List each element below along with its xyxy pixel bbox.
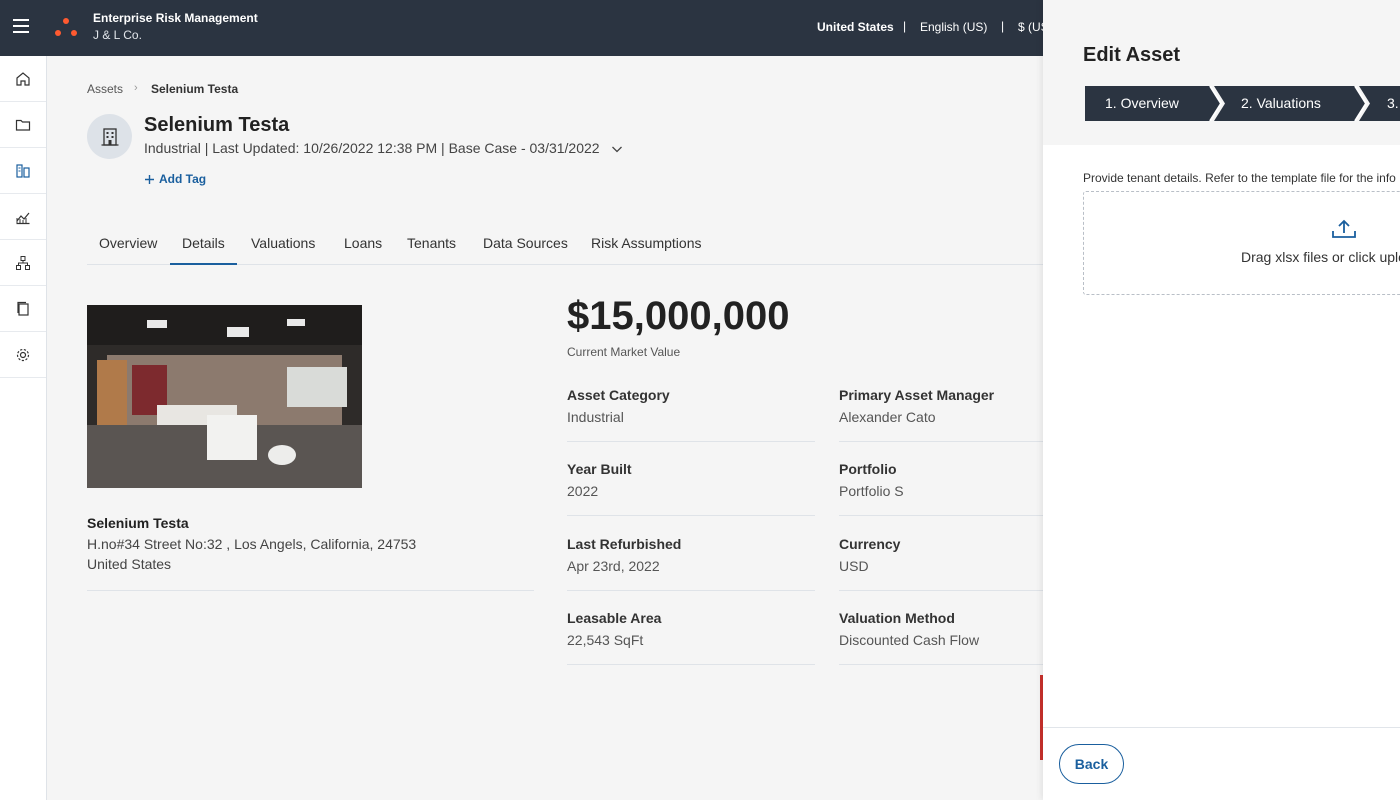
country-selector[interactable]: United States bbox=[817, 20, 894, 34]
header-separator: | bbox=[903, 19, 907, 33]
dropzone-text: Drag xlsx files or click uplo bbox=[1241, 249, 1400, 265]
location-name: Selenium Testa bbox=[87, 515, 189, 531]
building-icon bbox=[87, 114, 132, 159]
tenant-hint-text: Provide tenant details. Refer to the tem… bbox=[1083, 171, 1396, 185]
divider bbox=[567, 441, 815, 442]
back-button[interactable]: Back bbox=[1059, 744, 1124, 784]
field-leasable-area: Leasable Area 22,543 SqFt bbox=[567, 610, 815, 665]
left-nav-rail bbox=[0, 56, 47, 800]
tab-details[interactable]: Details bbox=[170, 226, 237, 265]
step-three[interactable]: 3. bbox=[1387, 95, 1399, 111]
tab-data-sources[interactable]: Data Sources bbox=[471, 226, 580, 265]
copy-icon bbox=[17, 301, 29, 316]
field-value: Industrial bbox=[567, 409, 624, 425]
divider bbox=[87, 590, 534, 591]
hierarchy-icon bbox=[16, 255, 30, 270]
field-year-built: Year Built 2022 bbox=[567, 461, 815, 516]
nav-analytics[interactable] bbox=[0, 194, 46, 240]
folder-icon bbox=[15, 119, 31, 131]
tab-valuations[interactable]: Valuations bbox=[239, 226, 327, 265]
nav-assets[interactable] bbox=[0, 148, 46, 194]
field-label: Last Refurbished bbox=[567, 536, 682, 552]
divider bbox=[567, 515, 815, 516]
nav-documents[interactable] bbox=[0, 286, 46, 332]
market-value: $15,000,000 bbox=[567, 294, 790, 338]
tab-risk-assumptions[interactable]: Risk Assumptions bbox=[579, 226, 713, 265]
asset-photo bbox=[87, 305, 362, 488]
breadcrumb-separator: › bbox=[134, 82, 138, 94]
chevron-down-icon[interactable] bbox=[611, 142, 623, 160]
org-name: J & L Co. bbox=[93, 28, 142, 42]
stepper: 1. Overview 2. Valuations 3. bbox=[1085, 86, 1400, 121]
divider bbox=[567, 664, 815, 665]
assets-icon bbox=[16, 163, 30, 178]
nav-home[interactable] bbox=[0, 56, 46, 102]
app-title: Enterprise Risk Management bbox=[93, 11, 258, 25]
panel-title: Edit Asset bbox=[1083, 44, 1181, 66]
file-dropzone[interactable]: Drag xlsx files or click uplo bbox=[1083, 191, 1400, 295]
tab-overview[interactable]: Overview bbox=[87, 226, 169, 265]
step-valuations[interactable]: 2. Valuations bbox=[1241, 95, 1321, 111]
field-label: Year Built bbox=[567, 461, 632, 477]
language-selector[interactable]: English (US) bbox=[920, 20, 987, 34]
plus-icon bbox=[145, 174, 154, 184]
nav-folder[interactable] bbox=[0, 102, 46, 148]
upload-icon bbox=[1332, 219, 1356, 238]
settings-icon bbox=[16, 348, 30, 361]
field-asset-category: Asset Category Industrial bbox=[567, 387, 815, 442]
field-label: Leasable Area bbox=[567, 610, 662, 626]
step-overview[interactable]: 1. Overview bbox=[1105, 95, 1179, 111]
breadcrumb-current: Selenium Testa bbox=[151, 82, 239, 96]
field-value: 2022 bbox=[567, 483, 599, 499]
asset-meta: Industrial | Last Updated: 10/26/2022 12… bbox=[144, 140, 600, 156]
home-icon bbox=[16, 71, 30, 86]
location-address: H.no#34 Street No:32 , Los Angels, Calif… bbox=[87, 536, 417, 552]
market-value-label: Current Market Value bbox=[567, 345, 681, 359]
divider bbox=[567, 590, 815, 591]
header-separator: | bbox=[1001, 19, 1005, 33]
field-last-refurbished: Last Refurbished Apr 23rd, 2022 bbox=[567, 536, 815, 591]
edit-asset-panel: Edit Asset 1. Overview 2. Valuations 3. … bbox=[1043, 0, 1400, 800]
breadcrumb-assets[interactable]: Assets bbox=[87, 82, 123, 96]
field-value: Apr 23rd, 2022 bbox=[567, 558, 660, 574]
panel-header: Edit Asset 1. Overview 2. Valuations 3. bbox=[1043, 0, 1400, 145]
page-title: Selenium Testa bbox=[144, 114, 290, 136]
chart-icon bbox=[16, 212, 30, 224]
nav-settings[interactable] bbox=[0, 332, 46, 378]
nav-hierarchy[interactable] bbox=[0, 240, 46, 286]
hamburger-menu-icon[interactable] bbox=[13, 19, 29, 33]
add-tag-label: Add Tag bbox=[159, 172, 207, 186]
field-value: 22,543 SqFt bbox=[567, 632, 644, 648]
tab-loans[interactable]: Loans bbox=[332, 226, 394, 265]
tab-tenants[interactable]: Tenants bbox=[395, 226, 468, 265]
add-tag-button[interactable]: Add Tag bbox=[144, 172, 206, 186]
company-logo bbox=[53, 16, 79, 40]
panel-footer-divider bbox=[1043, 727, 1400, 728]
field-label: Asset Category bbox=[567, 387, 670, 403]
location-country: United States bbox=[87, 556, 172, 572]
